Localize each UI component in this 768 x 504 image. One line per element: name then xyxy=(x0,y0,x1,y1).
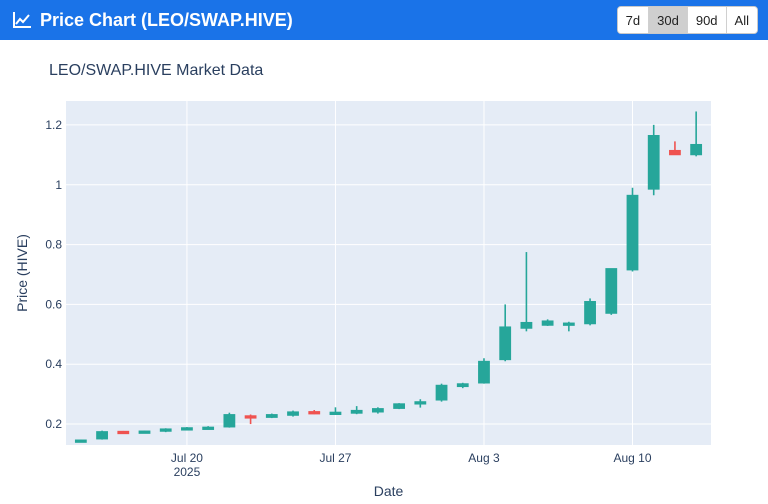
candle-body xyxy=(435,384,448,401)
candle xyxy=(371,407,384,414)
y-axis-label: Price (HIVE) xyxy=(14,234,30,312)
x-tick-label: Jul 20 xyxy=(171,451,203,465)
y-tick-label: 0.2 xyxy=(45,417,62,431)
candle xyxy=(159,428,172,433)
range-90d-button[interactable]: 90d xyxy=(686,7,726,33)
page-title: Price Chart (LEO/SWAP.HIVE) xyxy=(40,9,293,30)
candle-body xyxy=(96,431,108,440)
candle xyxy=(669,141,681,156)
candle xyxy=(393,403,406,410)
candle xyxy=(499,304,512,362)
candle-body xyxy=(159,428,172,432)
y-tick-label: 1.2 xyxy=(45,118,62,132)
candle xyxy=(626,187,639,272)
y-tick-label: 1 xyxy=(55,178,62,192)
candle xyxy=(647,124,660,196)
candles xyxy=(74,111,703,443)
range-7d-button[interactable]: 7d xyxy=(617,7,649,33)
y-tick-label: 0.6 xyxy=(45,297,62,311)
candle-body xyxy=(74,439,87,443)
candle-body xyxy=(287,411,299,416)
y-axis-ticks: 0.2 0.4 0.6 0.8 1 1.2 xyxy=(45,118,62,431)
candle xyxy=(287,410,299,417)
candle-body xyxy=(647,134,660,190)
app-header: Price Chart (LEO/SWAP.HIVE) 7d 30d 90d A… xyxy=(0,0,768,40)
x-axis-label: Date xyxy=(374,483,404,499)
candle-body xyxy=(605,268,618,314)
candle xyxy=(562,321,575,332)
candle-body xyxy=(584,301,596,325)
candle xyxy=(202,426,215,430)
candle-body xyxy=(265,414,278,418)
line-chart-icon xyxy=(12,11,32,29)
candle xyxy=(350,406,363,415)
candle-body xyxy=(478,360,490,384)
candle xyxy=(456,382,469,389)
candle-body xyxy=(456,383,469,388)
candle xyxy=(690,111,703,157)
candle-body xyxy=(562,322,575,326)
candle-body xyxy=(181,427,193,431)
candle-body xyxy=(541,320,554,326)
candle xyxy=(265,413,278,419)
candle xyxy=(117,430,130,435)
candle-body xyxy=(202,426,215,430)
gridlines xyxy=(66,101,711,445)
x-tick-label: Jul 27 xyxy=(319,451,351,465)
candle-body xyxy=(371,408,384,413)
candle xyxy=(605,268,618,315)
candle-body xyxy=(499,326,512,361)
x-tick-label: Aug 3 xyxy=(468,451,500,465)
candle-body xyxy=(244,415,257,419)
candle xyxy=(74,439,87,443)
candle xyxy=(138,430,151,434)
header-title-wrap: Price Chart (LEO/SWAP.HIVE) xyxy=(12,0,293,40)
candle xyxy=(181,427,193,431)
candle xyxy=(520,252,533,332)
candle xyxy=(223,412,236,428)
candle xyxy=(414,399,427,408)
candle xyxy=(329,407,342,415)
time-range-selector: 7d 30d 90d All xyxy=(616,6,758,34)
x-axis-ticks: Jul 202025 Jul 27 Aug 3 Aug 10 xyxy=(171,451,652,479)
candle xyxy=(541,319,554,326)
candle xyxy=(244,414,257,425)
candle-body xyxy=(690,143,703,156)
candle xyxy=(478,358,490,384)
y-tick-label: 0.4 xyxy=(45,357,62,371)
candle xyxy=(435,383,448,402)
candle xyxy=(584,298,596,326)
candle-body xyxy=(223,414,236,428)
candle-body xyxy=(329,411,342,415)
range-all-button[interactable]: All xyxy=(725,7,757,33)
candle-body xyxy=(308,411,321,415)
plot-area xyxy=(66,101,711,445)
x-tick-label: Aug 10 xyxy=(613,451,651,465)
candle-body xyxy=(414,401,427,405)
candle-body xyxy=(138,430,151,434)
y-tick-label: 0.8 xyxy=(45,238,62,252)
candle-body xyxy=(669,149,681,156)
candle-body xyxy=(520,321,533,329)
candle xyxy=(308,410,321,415)
candle-body xyxy=(393,403,406,409)
range-30d-button[interactable]: 30d xyxy=(648,7,687,33)
candle-body xyxy=(117,430,130,435)
candle-body xyxy=(350,409,363,414)
candle-body xyxy=(626,194,639,271)
chart-title: LEO/SWAP.HIVE Market Data xyxy=(49,62,264,79)
x-tick-year-label: 2025 xyxy=(174,465,201,479)
candle xyxy=(96,430,108,440)
